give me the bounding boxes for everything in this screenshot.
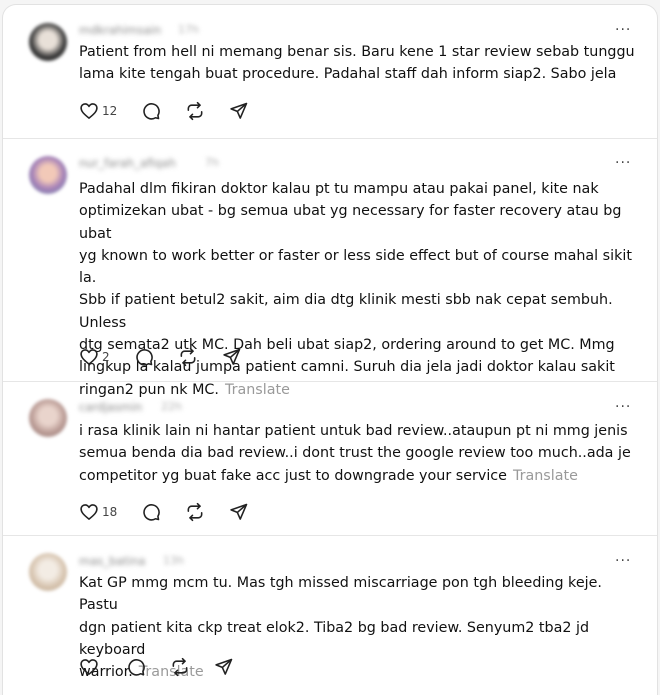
comment-button[interactable] [141,101,161,121]
repost-button[interactable] [185,502,205,522]
comment-icon [128,659,145,676]
share-icon [215,658,233,675]
post-text-content: Patient from hell ni memang benar sis. B… [79,44,635,83]
share-icon [230,503,248,520]
post: mdkrahimsain 17h ··· Patient from hell n… [3,5,657,138]
share-button[interactable] [222,347,242,367]
share-button[interactable] [214,657,234,677]
translate-link[interactable]: Translate [513,468,578,484]
like-count: 2 [102,350,110,364]
comment-button[interactable] [141,502,161,522]
like-button[interactable] [79,657,102,677]
username[interactable]: nur_farah_afiqah [79,156,176,170]
post-time: 13h [163,554,184,567]
post-time: 22h [161,400,182,413]
username[interactable]: mdkrahimsain [79,23,161,37]
action-bar: 18 [79,500,273,524]
comment-icon [135,349,153,366]
heart-icon [80,659,98,675]
repost-button[interactable] [170,657,190,677]
ellipsis-icon[interactable]: ··· [615,400,631,414]
like-button[interactable]: 18 [79,502,117,522]
repost-icon [187,101,203,121]
ellipsis-icon[interactable]: ··· [615,23,631,37]
comment-button[interactable] [134,347,154,367]
repost-icon [187,502,203,522]
post: nur_farah_afiqah 7h ··· Padahal dlm fiki… [3,139,657,398]
username[interactable]: mas_batina [79,554,145,568]
post-text: i rasa klinik lain ni hantar patient unt… [79,420,639,487]
repost-button[interactable] [178,347,198,367]
repost-button[interactable] [185,101,205,121]
comment-icon [143,504,161,521]
comment-icon [143,103,161,120]
like-button[interactable]: 12 [79,101,117,121]
repost-icon [180,347,196,367]
like-button[interactable]: 2 [79,347,110,367]
feed: mdkrahimsain 17h ··· Patient from hell n… [2,4,658,695]
action-bar: 2 [79,345,266,369]
avatar[interactable] [29,399,67,437]
action-bar: 12 [79,99,273,123]
comment-button[interactable] [126,657,146,677]
share-icon [222,348,240,365]
avatar[interactable] [29,553,67,591]
heart-icon [80,504,98,520]
post-time: 7h [205,156,219,169]
post: cardjasmin 22h ··· i rasa klinik lain ni… [3,382,657,535]
heart-icon [80,349,98,365]
like-count: 18 [102,505,118,519]
heart-icon [80,103,98,119]
username[interactable]: cardjasmin [79,400,142,414]
repost-icon [172,657,188,677]
ellipsis-icon[interactable]: ··· [615,554,631,568]
avatar[interactable] [29,156,67,194]
share-button[interactable] [229,101,249,121]
like-count: 12 [102,104,118,118]
post-time: 17h [178,23,199,36]
share-icon [230,102,248,119]
share-button[interactable] [229,502,249,522]
post-text: Patient from hell ni memang benar sis. B… [79,41,639,86]
action-bar [79,655,258,679]
post: mas_batina 13h ··· Kat GP mmg mcm tu. Ma… [3,536,657,695]
avatar[interactable] [29,23,67,61]
ellipsis-icon[interactable]: ··· [615,156,631,170]
